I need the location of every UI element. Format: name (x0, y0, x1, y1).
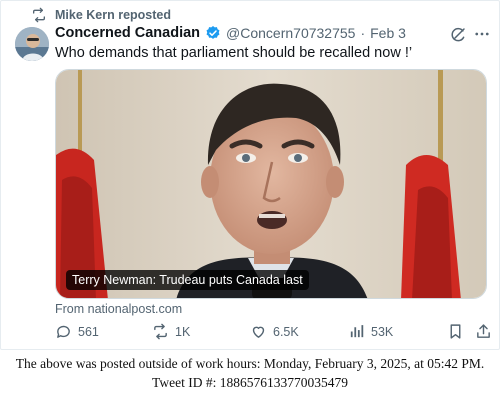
card-photo (56, 70, 486, 298)
footer-note: The above was posted outside of work hou… (0, 354, 500, 392)
more-options-icon[interactable] (473, 25, 491, 43)
bookmark-icon (450, 324, 461, 339)
share-button[interactable] (475, 323, 492, 340)
views-button[interactable]: 53K (348, 323, 393, 340)
tweet-header: Concerned Canadian @Concern70732755 · Fe… (55, 25, 406, 41)
repost-count: 1K (175, 324, 191, 339)
author-handle[interactable]: @Concern70732755 (226, 25, 355, 41)
avatar[interactable] (15, 27, 49, 61)
tweet-card[interactable]: Mike Kern reposted Concerned Canadian @C… (0, 0, 500, 350)
tweet-date[interactable]: Feb 3 (370, 25, 406, 41)
share-icon (477, 324, 490, 338)
repost-indicator[interactable]: Mike Kern reposted (31, 7, 171, 23)
views-chart-icon (350, 325, 364, 338)
header-separator: · (360, 25, 366, 41)
tweet-text: Who demands that parliament should be re… (55, 45, 413, 61)
repost-label[interactable]: Mike Kern reposted (55, 8, 171, 22)
link-card[interactable]: Terry Newman: Trudeau puts Canada last (55, 69, 487, 299)
repost-icon (154, 323, 167, 340)
action-bar: 561 1K 6.5K 53K (55, 323, 495, 343)
verified-badge-icon (206, 26, 220, 39)
link-source[interactable]: From nationalpost.com (55, 302, 182, 316)
bookmark-button[interactable] (447, 323, 464, 340)
repost-button[interactable]: 1K (152, 323, 190, 340)
reply-icon (57, 325, 70, 338)
footer-posted-time: The above was posted outside of work hou… (15, 356, 485, 371)
reply-button[interactable]: 561 (55, 323, 99, 340)
footer-tweet-id: Tweet ID #: 1886576133770035479 (152, 375, 348, 390)
repost-icon (33, 7, 45, 23)
like-button[interactable]: 6.5K (250, 323, 299, 340)
card-caption: Terry Newman: Trudeau puts Canada last (66, 270, 309, 290)
like-count: 6.5K (273, 324, 299, 339)
heart-icon (252, 326, 265, 338)
author-name[interactable]: Concerned Canadian (55, 25, 200, 41)
views-count: 53K (371, 324, 394, 339)
grok-icon[interactable] (449, 26, 467, 44)
reply-count: 561 (78, 324, 99, 339)
